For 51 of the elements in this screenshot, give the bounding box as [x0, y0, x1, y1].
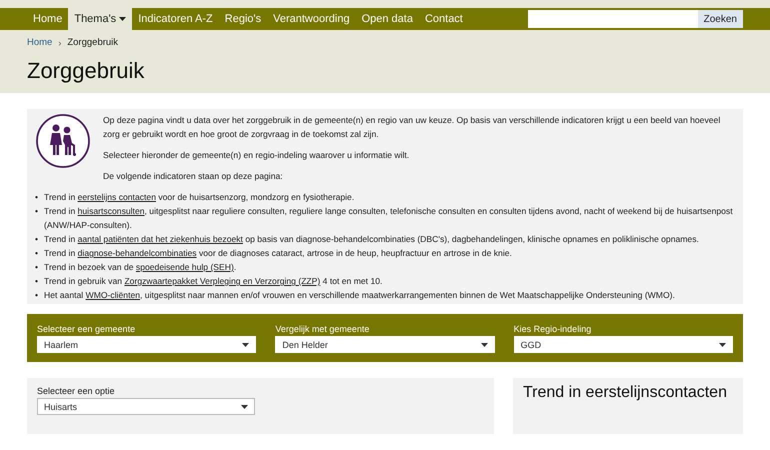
- dropdown-select[interactable]: Huisarts: [37, 398, 255, 415]
- breadcrumb-separator: ›: [58, 38, 62, 48]
- intro-paragraph: De volgende indicatoren staan op deze pagina:: [103, 170, 284, 183]
- nav-link[interactable]: Indicatoren A-Z: [132, 8, 219, 30]
- caret-icon: [241, 404, 248, 408]
- intro-paragraph: Selecteer hieronder de gemeente(n) en regio-indeling waarover u informatie wilt.: [103, 149, 410, 162]
- indicator-link[interactable]: aantal patiënten dat het ziekenhuis bezoekt: [78, 234, 243, 244]
- bullet-marker: •: [35, 261, 38, 274]
- bullet-marker: •: [35, 289, 38, 302]
- caret-icon: [242, 342, 250, 346]
- indicator-link[interactable]: spoedeisende hulp (SEH): [136, 262, 234, 272]
- breadcrumb-current: Zorggebruik: [67, 37, 118, 48]
- nav-link[interactable]: Contact: [418, 8, 469, 30]
- nav-link[interactable]: Open data: [356, 8, 419, 30]
- nav-link[interactable]: Thema's: [68, 8, 132, 30]
- section-title: Trend in eerstelijnscontacten: [523, 383, 728, 402]
- indicator-item: Trend in eerstelijns contacten voor de huisartsenzorg, mondzorg en fysiotherapie.: [44, 191, 354, 204]
- caret-icon: [480, 342, 488, 346]
- search-button[interactable]: Zoeken: [698, 10, 743, 28]
- page-title: Zorggebruik: [27, 58, 146, 84]
- field-label: Vergelijk met gemeente: [275, 324, 370, 334]
- bullet-marker: •: [35, 275, 38, 288]
- indicator-link[interactable]: huisartsconsulten: [78, 206, 145, 216]
- indicator-item: Trend in aantal patiënten dat het ziekenhuis bezoekt op basis van diagnose-behandelcombinaties (DBC's), dagbehandelingen, klinische opnames en poliklinische opnames.: [44, 233, 699, 246]
- nav-link[interactable]: Home: [27, 8, 68, 30]
- nav-link[interactable]: Verantwoording: [267, 8, 356, 30]
- search-field[interactable]: [528, 10, 698, 28]
- field-label: Kies Regio-indeling: [514, 324, 592, 334]
- caregivers-icon: [35, 113, 91, 169]
- indicator-link[interactable]: WMO-cliënten: [86, 290, 140, 300]
- dropdown-select[interactable]: Haarlem: [37, 336, 256, 353]
- field-label: Selecteer een gemeente: [37, 324, 136, 334]
- indicator-link[interactable]: Zorgzwaartepakket Verpleging en Verzorging (ZZP): [124, 276, 320, 286]
- indicator-item: Trend in huisartsconsulten, uitgesplitst naar reguliere consulten, reguliere lange consulten, telefonische consulten en consulten tijdens avond, nacht of weekend bij de huisartsenpost (ANW/HAP-consulten).: [44, 205, 733, 232]
- bullet-marker: •: [35, 233, 38, 246]
- field-label: Selecteer een optie: [37, 386, 116, 396]
- intro-paragraph: Op deze pagina vindt u data over het zorggebruik in de gemeente(n) en regio van uw keuze. Op basis van verschillende indicatoren krijgt u een beeld van hoeveel zorg er gebruikt wordt en hoe groot de zorgvraag in de toekomst zal zijn.: [103, 114, 722, 141]
- bullet-marker: •: [35, 191, 38, 204]
- indicator-item: Trend in gebruik van Zorgzwaartepakket Verpleging en Verzorging (ZZP) 4 tot en met 10.: [44, 275, 382, 288]
- indicator-item: Trend in bezoek van de spoedeisende hulp (SEH).: [44, 261, 236, 274]
- breadcrumb-link[interactable]: Home: [27, 37, 52, 48]
- indicator-item: Het aantal WMO-cliënten, uitgesplitst naar mannen en/of vrouwen en verschillende maatwerkarrangementen binnen de Wet Maatschappelijke Ondersteuning (WMO).: [44, 289, 675, 302]
- indicator-link[interactable]: diagnose-behandelcombinaties: [78, 248, 197, 258]
- caret-icon: [718, 342, 726, 346]
- indicator-item: Trend in diagnose-behandelcombinaties voor de diagnoses cataract, artrose in de heup, heupfractuur en artrose in de knie.: [44, 247, 512, 260]
- nav-link[interactable]: Regio's: [218, 8, 268, 30]
- indicator-link[interactable]: eerstelijns contacten: [78, 192, 156, 202]
- dropdown-select[interactable]: Den Helder: [275, 336, 495, 353]
- dropdown-select[interactable]: GGD: [514, 336, 733, 353]
- bullet-marker: •: [35, 205, 38, 218]
- bullet-marker: •: [35, 247, 38, 260]
